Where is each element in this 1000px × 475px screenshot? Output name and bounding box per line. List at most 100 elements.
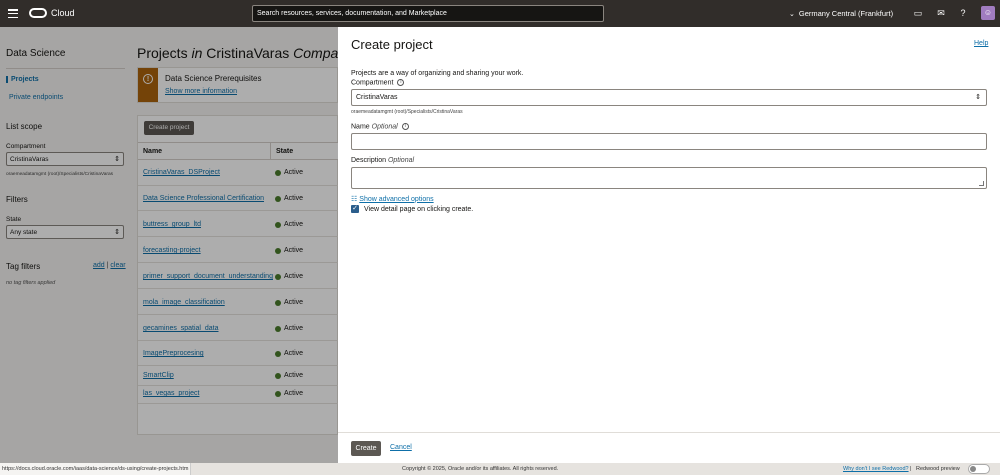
help-link[interactable]: Help bbox=[974, 40, 988, 47]
active-status-icon bbox=[275, 195, 281, 202]
table-row: gecamines_spatial_data Active bbox=[138, 315, 339, 341]
create-project-button[interactable]: Create project bbox=[144, 121, 194, 135]
active-status-icon bbox=[275, 169, 281, 176]
state-cell: Active bbox=[275, 195, 303, 202]
copyright-text: Copyright © 2025, Oracle and/or its affi… bbox=[402, 466, 559, 472]
redwood-preview-label: Redwood preview bbox=[916, 466, 960, 472]
state-cell: Active bbox=[275, 221, 303, 228]
table-row: Data Science Professional Certification … bbox=[138, 186, 339, 211]
table-row: buttress_group_ltd Active bbox=[138, 211, 339, 237]
show-more-link[interactable]: Show more information bbox=[165, 88, 237, 95]
state-text: Active bbox=[284, 390, 304, 397]
active-status-icon bbox=[275, 221, 281, 228]
prerequisites-title: Data Science Prerequisites bbox=[165, 74, 262, 83]
description-field-label: Description Optional bbox=[351, 157, 414, 164]
active-status-icon bbox=[275, 273, 281, 280]
table-row: CristinaVaras_DSProject Active bbox=[138, 160, 339, 186]
state-cell: Active bbox=[275, 350, 303, 357]
tag-clear-link[interactable]: clear bbox=[110, 262, 125, 269]
brand-label[interactable]: Cloud bbox=[51, 8, 75, 18]
help-icon[interactable]: ? bbox=[958, 8, 968, 18]
table-row: ImagePreprocesing Active bbox=[138, 341, 339, 366]
state-text: Active bbox=[284, 247, 304, 254]
state-cell: Active bbox=[275, 299, 303, 306]
table-row: primer_support_document_understanding Ac… bbox=[138, 263, 339, 289]
description-textarea[interactable] bbox=[351, 167, 987, 189]
active-status-icon bbox=[275, 299, 281, 306]
project-link[interactable]: mola_image_classification bbox=[143, 299, 225, 306]
state-text: Active bbox=[284, 273, 304, 280]
resize-handle-icon[interactable] bbox=[979, 181, 984, 186]
tag-add-link[interactable]: add bbox=[93, 262, 105, 269]
active-status-icon bbox=[275, 247, 281, 254]
info-icon[interactable]: i bbox=[401, 123, 409, 130]
left-nav: Data Science Projects Private endpoints … bbox=[0, 27, 129, 463]
project-link[interactable]: gecamines_spatial_data bbox=[143, 325, 219, 332]
project-link[interactable]: buttress_group_ltd bbox=[143, 221, 201, 228]
cancel-link[interactable]: Cancel bbox=[390, 444, 412, 451]
active-status-icon bbox=[275, 372, 281, 379]
project-link[interactable]: CristinaVaras_DSProject bbox=[143, 169, 220, 176]
state-cell: Active bbox=[275, 169, 303, 176]
no-tag-filters-text: no tag filters applied bbox=[6, 280, 56, 286]
list-scope-title: List scope bbox=[6, 122, 43, 131]
search-input[interactable]: Search resources, services, documentatio… bbox=[252, 5, 604, 22]
redwood-question-link[interactable]: Why don't I see Redwood? bbox=[843, 466, 909, 472]
state-text: Active bbox=[284, 221, 304, 228]
column-header-name[interactable]: Name bbox=[138, 142, 271, 160]
name-field-label: Name Optional i bbox=[351, 123, 409, 130]
compartment-value: CristinaVaras bbox=[356, 94, 398, 101]
state-text: Active bbox=[284, 372, 304, 379]
state-cell: Active bbox=[275, 390, 303, 397]
view-detail-checkbox[interactable]: ✓ bbox=[351, 205, 359, 213]
compartment-path: oraemeadatamgmt (root)/Specialists/Crist… bbox=[6, 172, 114, 177]
project-link[interactable]: forecasting-project bbox=[143, 247, 201, 254]
panel-description: Projects are a way of organizing and sha… bbox=[351, 70, 524, 77]
project-link[interactable]: primer_support_document_understanding bbox=[143, 273, 273, 280]
region-label: Germany Central (Frankfurt) bbox=[798, 9, 894, 18]
projects-page: Data Science Projects Private endpoints … bbox=[0, 27, 378, 463]
active-status-icon bbox=[275, 350, 281, 357]
name-optional-text: Optional bbox=[371, 123, 398, 131]
compartment-select[interactable]: CristinaVaras ⇕ bbox=[351, 89, 987, 106]
project-link[interactable]: Data Science Professional Certification bbox=[143, 195, 264, 202]
chevron-down-icon: ⌄ bbox=[789, 10, 795, 18]
prerequisites-banner: ! Data Science Prerequisites Show more i… bbox=[137, 67, 338, 103]
column-header-state[interactable]: State bbox=[271, 142, 339, 160]
info-icon[interactable]: i bbox=[397, 79, 405, 86]
state-value: Any state bbox=[10, 229, 38, 236]
oracle-logo[interactable] bbox=[29, 8, 47, 18]
region-selector[interactable]: ⌄ Germany Central (Frankfurt) bbox=[789, 9, 893, 18]
redwood-preview-toggle[interactable] bbox=[968, 464, 990, 474]
nav-item-projects[interactable]: Projects bbox=[6, 76, 39, 83]
create-button[interactable]: Create bbox=[351, 441, 381, 456]
description-label-text: Description bbox=[351, 157, 387, 164]
view-detail-option: ✓ View detail page on clicking create. bbox=[351, 205, 473, 213]
tag-separator: | bbox=[106, 262, 109, 269]
status-url: https://docs.cloud.oracle.com/iaas/data-… bbox=[0, 463, 192, 475]
project-link[interactable]: las_vegas_project bbox=[143, 390, 199, 397]
compartment-select[interactable]: CristinaVaras ⇕ bbox=[6, 152, 124, 166]
toggle-knob bbox=[970, 466, 976, 472]
announcements-icon[interactable]: ✉ bbox=[936, 8, 946, 18]
project-link[interactable]: ImagePreprocesing bbox=[143, 350, 204, 357]
nav-item-private-endpoints[interactable]: Private endpoints bbox=[9, 94, 63, 101]
select-chevron-icon: ⇕ bbox=[114, 229, 120, 236]
project-link[interactable]: SmartClip bbox=[143, 372, 174, 379]
table-row: SmartClip Active bbox=[138, 366, 339, 386]
cloud-shell-icon[interactable]: ▭ bbox=[913, 8, 923, 18]
state-cell: Active bbox=[275, 372, 303, 379]
show-advanced-options-link[interactable]: ☷ Show advanced options bbox=[351, 195, 434, 204]
state-cell: Active bbox=[275, 247, 303, 254]
compartment-value: CristinaVaras bbox=[10, 156, 49, 163]
nav-divider bbox=[6, 68, 125, 69]
name-label-text: Name bbox=[351, 123, 370, 131]
title-in: in bbox=[191, 45, 203, 61]
profile-icon[interactable]: ☺ bbox=[981, 6, 995, 20]
hamburger-icon[interactable] bbox=[8, 9, 18, 18]
name-input[interactable] bbox=[351, 133, 987, 150]
state-text: Active bbox=[284, 169, 304, 176]
title-prefix: Projects bbox=[137, 45, 188, 61]
active-status-icon bbox=[275, 390, 281, 397]
state-select[interactable]: Any state ⇕ bbox=[6, 225, 124, 239]
